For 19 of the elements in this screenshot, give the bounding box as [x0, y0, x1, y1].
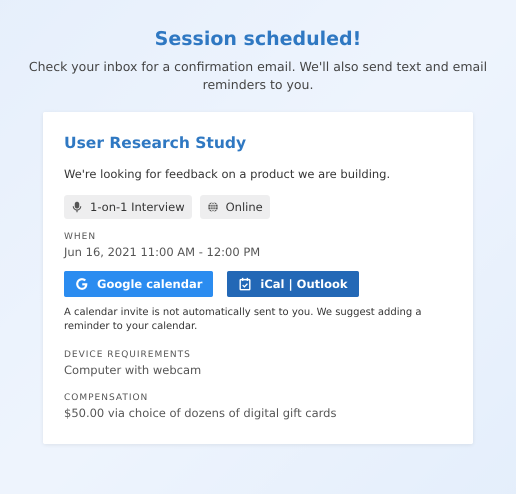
field-label: COMPENSATION [64, 393, 150, 403]
google-g-icon [75, 277, 89, 291]
ical-outlook-button[interactable]: iCal | Outlook [227, 271, 359, 297]
confirmation-message: Check your inbox for a confirmation email. We'll also send text and email reminders to you. [28, 58, 488, 94]
field-label: DEVICE REQUIREMENTS [64, 350, 192, 360]
page-title: Session scheduled! [154, 28, 362, 50]
field-value: $50.00 via choice of dozens of digital gift cards [64, 406, 338, 420]
study-title: User Research Study [64, 134, 248, 152]
study-description: We're looking for feedback on a product we are building. [64, 167, 392, 181]
google-calendar-button[interactable]: Google calendar [64, 271, 214, 297]
globe-icon [206, 201, 219, 213]
session-date: Jun 16, 2021 11:00 AM - 12:00 PM [64, 245, 262, 259]
tag-label: Online [226, 200, 263, 214]
microphone-icon [71, 201, 83, 213]
field-label: WHEN [64, 232, 98, 242]
calendar-check-icon [238, 277, 252, 291]
tag-label: 1-on-1 Interview [90, 200, 185, 214]
calendar-note: A calendar invite is not automatically sent to you. We suggest adding a reminder to your calendar. [64, 306, 422, 334]
field-value: Computer with webcam [64, 363, 202, 377]
